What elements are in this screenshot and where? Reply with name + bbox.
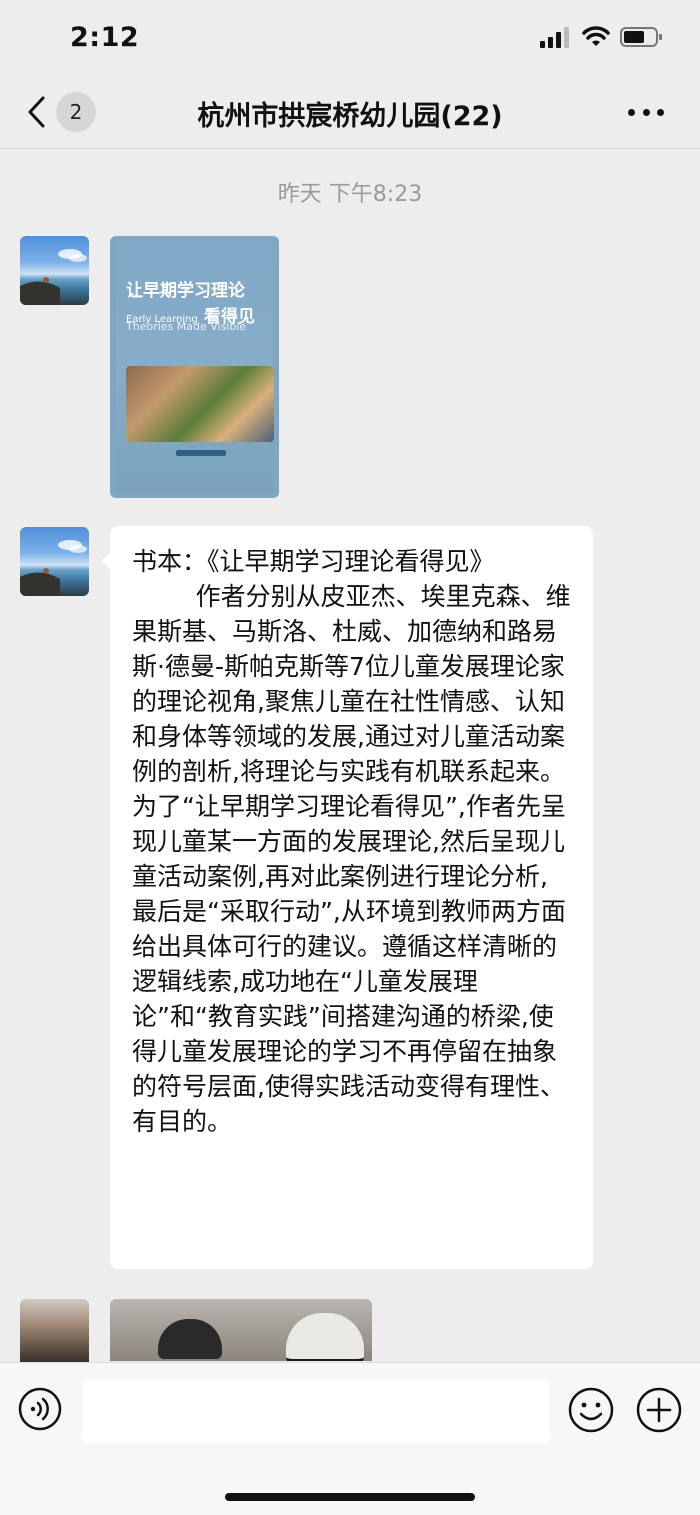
voice-button[interactable]	[18, 1387, 62, 1431]
plus-icon	[636, 1387, 682, 1433]
status-icons	[540, 26, 664, 48]
emoji-button[interactable]	[568, 1387, 614, 1433]
photo-message[interactable]	[110, 1299, 372, 1361]
home-indicator[interactable]	[225, 1493, 475, 1501]
message-input[interactable]	[82, 1379, 550, 1443]
emoji-icon	[568, 1387, 614, 1433]
more-dots-icon	[628, 108, 635, 116]
voice-icon	[18, 1387, 62, 1431]
battery-icon	[620, 27, 662, 47]
avatar-beach-image	[20, 249, 87, 305]
unread-count-badge: 2	[56, 92, 96, 132]
message-timestamp: 昨天 下午8:23	[277, 182, 423, 207]
more-dots-icon	[642, 108, 650, 116]
status-time: 2:12	[70, 22, 140, 53]
chevron-left-icon	[28, 96, 45, 128]
wifi-icon	[582, 26, 610, 46]
book-cover: 让早期学习理论 Early Learning 看得见 Theories Made …	[116, 240, 274, 494]
chat-title: 杭州市拱宸桥幼儿园(22)	[197, 101, 503, 132]
book-cover-image[interactable]: 让早期学习理论 Early Learning 看得见 Theories Made …	[110, 236, 279, 498]
more-button[interactable]	[628, 98, 664, 126]
avatar[interactable]	[20, 236, 89, 305]
back-button[interactable]: 2	[26, 90, 106, 134]
book-publisher-mark	[176, 450, 226, 456]
text-message-bubble[interactable]: 书本：《让早期学习理论看得见》 作者分别从皮亚杰、埃里克森、维果斯基、马斯洛、杜…	[110, 526, 593, 1269]
status-bar: 2:12	[0, 0, 700, 76]
avatar[interactable]	[20, 527, 89, 596]
photo-hat-dark	[158, 1319, 222, 1359]
more-dots-icon	[657, 108, 664, 116]
input-bar	[0, 1362, 700, 1515]
text-message-content: 书本：《让早期学习理论看得见》 作者分别从皮亚杰、埃里克森、维果斯基、马斯洛、杜…	[132, 547, 571, 1136]
chat-header: 2 杭州市拱宸桥幼儿园(22)	[0, 76, 700, 149]
book-subtitle-en2: Theories Made Visible	[126, 320, 247, 333]
signal-icon	[540, 27, 569, 48]
photo-hat-white	[286, 1313, 364, 1361]
plus-button[interactable]	[636, 1387, 682, 1433]
avatar-beach-image	[20, 540, 87, 596]
book-title: 让早期学习理论	[126, 281, 245, 301]
book-cover-photo	[126, 366, 274, 442]
avatar[interactable]	[20, 1299, 89, 1362]
